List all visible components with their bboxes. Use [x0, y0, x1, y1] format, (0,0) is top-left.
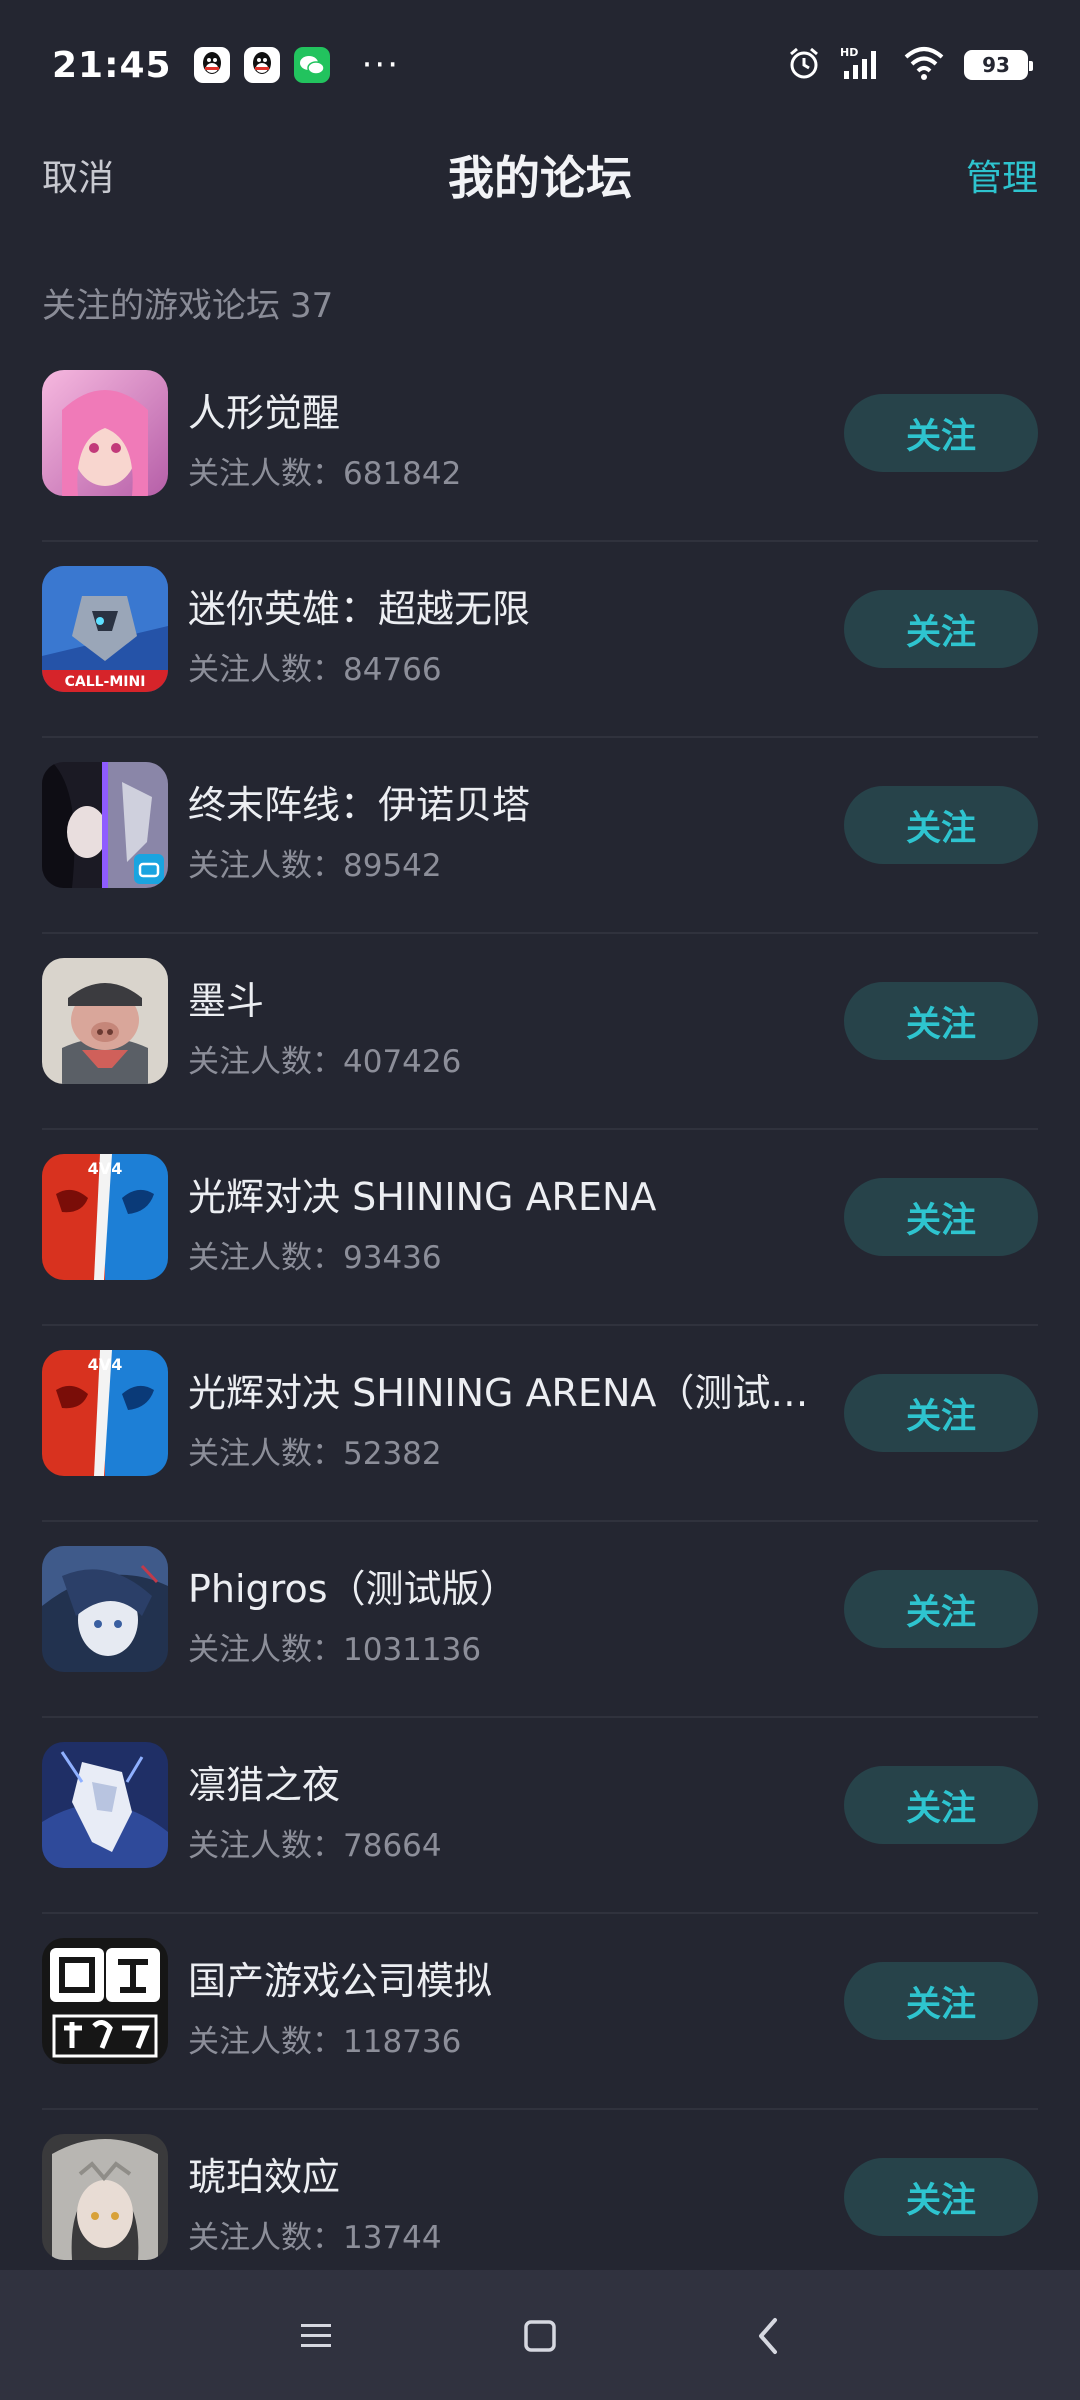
cancel-button[interactable]: 取消: [42, 149, 114, 201]
forum-name: 光辉对决 SHINING ARENA: [188, 1175, 657, 1219]
forum-row[interactable]: 墨斗 关注人数：407426 关注: [42, 934, 1038, 1130]
forum-name: 国产游戏公司模拟: [188, 1959, 493, 2003]
follower-count: 关注人数：93436: [188, 1240, 442, 1276]
wifi-icon: [902, 45, 946, 85]
follow-button[interactable]: 关注: [844, 1374, 1038, 1452]
forum-row[interactable]: 国产游戏公司模拟 关注人数：118736 关注: [42, 1914, 1038, 2110]
follower-count: 关注人数：89542: [188, 848, 442, 884]
battery-level: 93: [982, 53, 1010, 77]
game-icon: [42, 762, 168, 888]
follow-button[interactable]: 关注: [844, 2158, 1038, 2236]
game-icon: CALL-MINI: [42, 566, 168, 692]
forum-name: Phigros（测试版）: [188, 1567, 518, 1611]
follow-button[interactable]: 关注: [844, 590, 1038, 668]
svg-text:4V4: 4V4: [88, 1159, 123, 1178]
forum-row[interactable]: CALL-MINI 迷你英雄：超越无限 关注人数：84766 关注: [42, 542, 1038, 738]
game-icon: [42, 1742, 168, 1868]
svg-text:4V4: 4V4: [88, 1355, 123, 1374]
section-label: 关注的游戏论坛 37: [42, 278, 333, 327]
follow-button[interactable]: 关注: [844, 1766, 1038, 1844]
back-icon[interactable]: [738, 2306, 798, 2366]
follower-count: 关注人数：52382: [188, 1436, 442, 1472]
forum-name: 终末阵线：伊诺贝塔: [188, 783, 531, 827]
manage-button[interactable]: 管理: [966, 149, 1038, 201]
forum-row[interactable]: 人形觉醒 关注人数：681842 关注: [42, 346, 1038, 542]
follower-count: 关注人数：1031136: [188, 1632, 482, 1668]
game-icon: [42, 1938, 168, 2064]
section-count: 37: [290, 286, 334, 326]
battery-icon: 93: [964, 50, 1033, 80]
follow-button[interactable]: 关注: [844, 394, 1038, 472]
forum-list: 人形觉醒 关注人数：681842 关注 CALL-MINI 迷你英雄：超越无限 …: [0, 346, 1080, 2306]
svg-text:CALL-MINI: CALL-MINI: [65, 674, 146, 690]
forum-name: 凛猎之夜: [188, 1763, 341, 1807]
forum-row[interactable]: 4V4 光辉对决 SHINING ARENA 关注人数：93436 关注: [42, 1130, 1038, 1326]
follower-count: 关注人数：681842: [188, 456, 462, 492]
forum-name: 光辉对决 SHINING ARENA（测试版）: [188, 1371, 828, 1415]
follow-button[interactable]: 关注: [844, 1178, 1038, 1256]
game-icon: [42, 370, 168, 496]
menu-icon[interactable]: [286, 2306, 346, 2366]
navigation-bar: [0, 2270, 1080, 2400]
game-icon: [42, 958, 168, 1084]
qq-icon: [193, 47, 230, 83]
forum-row[interactable]: Phigros（测试版） 关注人数：1031136 关注: [42, 1522, 1038, 1718]
follow-button[interactable]: 关注: [844, 786, 1038, 864]
forum-row[interactable]: 终末阵线：伊诺贝塔 关注人数：89542 关注: [42, 738, 1038, 934]
system-indicators: HD 93: [786, 45, 1033, 85]
more-notifications-icon: ···: [361, 45, 401, 85]
follower-count: 关注人数：13744: [188, 2220, 442, 2256]
follow-button[interactable]: 关注: [844, 982, 1038, 1060]
forum-name: 墨斗: [188, 979, 265, 1023]
follow-button[interactable]: 关注: [844, 1570, 1038, 1648]
qq-icon: [243, 47, 280, 83]
page-title: 我的论坛: [448, 151, 632, 205]
follower-count: 关注人数：118736: [188, 2024, 462, 2060]
header: 取消 我的论坛 管理: [0, 130, 1080, 220]
svg-text:HD: HD: [840, 46, 858, 59]
status-time: 21:45: [52, 44, 172, 86]
forum-row[interactable]: 4V4 光辉对决 SHINING ARENA（测试版） 关注人数：52382 关…: [42, 1326, 1038, 1522]
follower-count: 关注人数：78664: [188, 1828, 442, 1864]
forum-row[interactable]: 凛猎之夜 关注人数：78664 关注: [42, 1718, 1038, 1914]
wechat-icon: [293, 47, 330, 83]
signal-icon: HD: [840, 45, 884, 85]
section-label-text: 关注的游戏论坛: [42, 286, 280, 326]
home-icon[interactable]: [510, 2306, 570, 2366]
status-bar: 21:45 ··· HD 93: [0, 0, 1080, 130]
follower-count: 关注人数：407426: [188, 1044, 462, 1080]
forum-name: 迷你英雄：超越无限: [188, 587, 531, 631]
follow-button[interactable]: 关注: [844, 1962, 1038, 2040]
alarm-icon: [786, 45, 822, 85]
game-icon: 4V4: [42, 1154, 168, 1280]
forum-name: 人形觉醒: [188, 391, 341, 435]
follower-count: 关注人数：84766: [188, 652, 442, 688]
game-icon: 4V4: [42, 1350, 168, 1476]
forum-name: 琥珀效应: [188, 2155, 341, 2199]
game-icon: [42, 2134, 168, 2260]
game-icon: [42, 1546, 168, 1672]
